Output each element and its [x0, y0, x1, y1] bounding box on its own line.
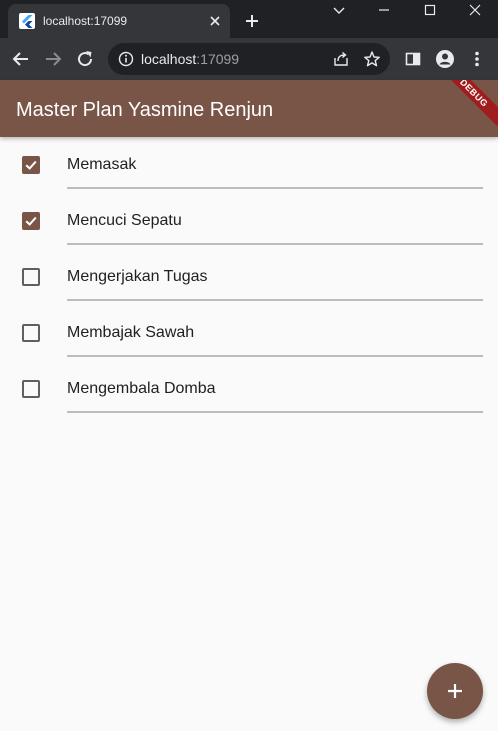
app-bar: Master Plan Yasmine Renjun DEBUG — [0, 80, 498, 137]
task-label: Mengembala Domba — [67, 380, 216, 397]
task-text-field[interactable]: Membajak Sawah — [67, 305, 483, 357]
minimize-icon[interactable] — [361, 0, 407, 22]
back-icon[interactable] — [11, 49, 31, 69]
task-checkbox[interactable] — [22, 380, 40, 398]
url-port: :17099 — [196, 51, 240, 67]
browser-toolbar: localhost:17099 — [0, 38, 498, 80]
bookmark-star-icon[interactable] — [363, 50, 381, 68]
task-label: Mengerjakan Tugas — [67, 268, 208, 285]
task-text-field[interactable]: Mengembala Domba — [67, 361, 483, 413]
task-text-field[interactable]: Mengerjakan Tugas — [67, 249, 483, 301]
debug-banner: DEBUG — [435, 80, 498, 132]
list-item: Mengerjakan Tugas — [0, 249, 498, 305]
task-checkbox[interactable] — [22, 156, 40, 174]
browser-tabstrip: localhost:17099 — [0, 0, 498, 38]
browser-tab[interactable]: localhost:17099 — [8, 4, 230, 38]
task-checkbox[interactable] — [22, 324, 40, 342]
forward-icon[interactable] — [43, 49, 63, 69]
reload-icon[interactable] — [75, 49, 95, 69]
tab-title: localhost:17099 — [43, 14, 128, 28]
list-item: Memasak — [0, 137, 498, 193]
flutter-icon — [19, 13, 35, 29]
task-text-field[interactable]: Mencuci Sepatu — [67, 193, 483, 245]
close-window-icon[interactable] — [452, 0, 498, 22]
task-checkbox[interactable] — [22, 212, 40, 230]
url-host: localhost — [141, 51, 197, 67]
list-item: Mengembala Domba — [0, 361, 498, 417]
close-tab-icon[interactable] — [208, 14, 222, 28]
list-item: Membajak Sawah — [0, 305, 498, 361]
add-task-button[interactable] — [427, 663, 483, 719]
task-checkbox[interactable] — [22, 268, 40, 286]
share-icon[interactable] — [332, 50, 350, 68]
profile-avatar-icon[interactable] — [435, 49, 455, 69]
site-info-icon[interactable] — [118, 51, 134, 67]
page-title: Master Plan Yasmine Renjun — [16, 99, 274, 121]
menu-kebab-icon[interactable] — [467, 49, 487, 69]
tab-search-icon[interactable] — [316, 0, 362, 22]
address-bar[interactable]: localhost:17099 — [108, 43, 390, 75]
task-text-field[interactable]: Memasak — [67, 137, 483, 189]
new-tab-icon[interactable] — [243, 12, 261, 30]
list-item: Mencuci Sepatu — [0, 193, 498, 249]
maximize-icon[interactable] — [407, 0, 453, 22]
task-label: Mencuci Sepatu — [67, 212, 182, 229]
side-panel-icon[interactable] — [403, 49, 423, 69]
task-label: Memasak — [67, 156, 137, 173]
url-text[interactable]: localhost:17099 — [141, 51, 239, 67]
task-list: Memasak Mencuci Sepatu Mengerjakan Tugas… — [0, 137, 498, 417]
task-label: Membajak Sawah — [67, 324, 195, 341]
